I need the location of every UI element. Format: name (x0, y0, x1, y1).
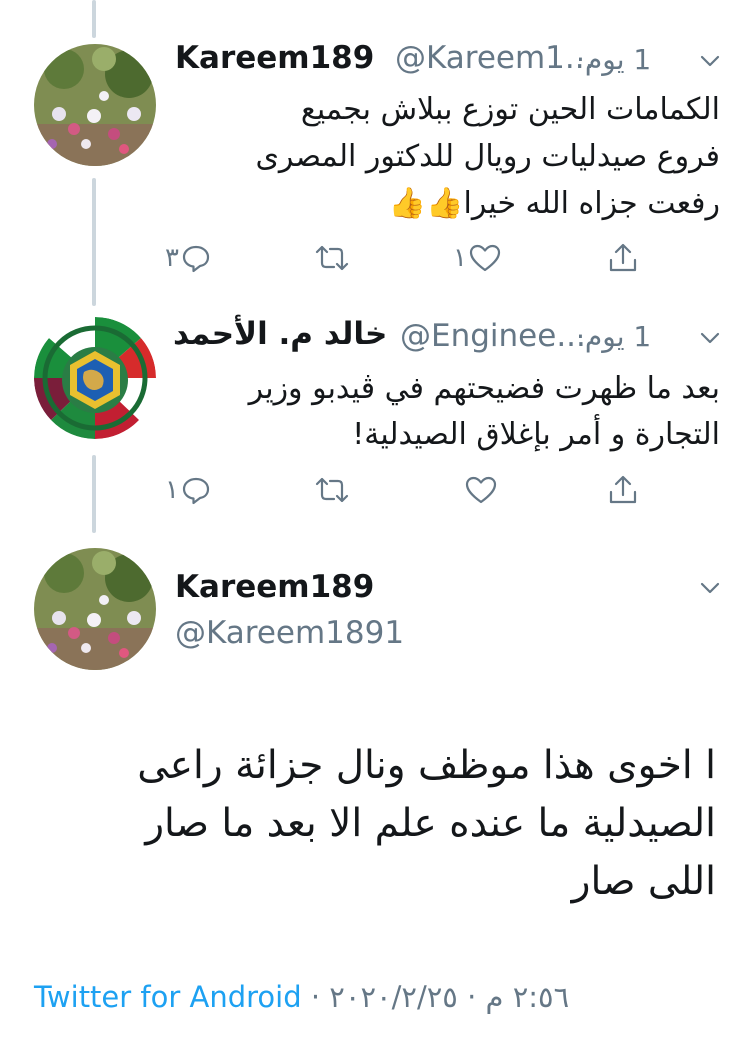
author-handle[interactable]: @Enginee... (400, 318, 586, 354)
source-link[interactable]: Twitter for Android (34, 980, 302, 1014)
share-button[interactable] (608, 238, 638, 278)
tweet-text: ا اخوى هذا موظف ونال جزائة راعى الصيدلية… (26, 737, 716, 911)
retweet-icon (315, 477, 349, 503)
retweet-button[interactable] (314, 470, 350, 510)
thread-line-top (92, 0, 96, 38)
share-icon (609, 475, 637, 504)
chevron-down-icon[interactable] (697, 325, 723, 351)
like-icon (465, 476, 497, 504)
author-handle[interactable]: @Kareem1... (395, 40, 594, 76)
tweet-text-line: ا اخوى هذا موظف ونال جزائة راعى (137, 743, 716, 788)
timestamp[interactable]: 1 يوم· (576, 43, 651, 76)
tweet-datetime: ٢:٥٦ م · ٢٠٢٠/٢/٢٥ (329, 980, 570, 1014)
tweet-footer: Twitter for Android · ٢:٥٦ م · ٢٠٢٠/٢/٢٥ (34, 980, 569, 1014)
timestamp[interactable]: 1 يوم· (576, 320, 651, 353)
separator-dot: · (576, 320, 585, 353)
reply-count: ٣ (165, 243, 179, 273)
thread-line-bottom (92, 455, 96, 533)
tweet-text: الكمامات الحين توزع ببلاش بجميع فروع صيد… (160, 86, 720, 227)
thread-line-middle (92, 178, 96, 306)
like-icon (469, 244, 501, 272)
reply-button[interactable]: ٣ (165, 238, 211, 278)
avatar[interactable] (34, 44, 156, 166)
reply-icon (182, 245, 210, 273)
chevron-down-icon[interactable] (697, 48, 723, 74)
share-icon (609, 243, 637, 272)
separator-dot: · (310, 980, 330, 1014)
like-button[interactable] (463, 470, 497, 510)
reply-icon (182, 477, 210, 505)
like-count: ١ (453, 243, 467, 273)
retweet-button[interactable] (314, 238, 350, 278)
like-button[interactable]: ١ (453, 238, 501, 278)
retweet-icon (315, 245, 349, 271)
tweet-text-line: الكمامات الحين توزع ببلاش بجميع (300, 92, 720, 127)
time-label: 1 يوم (584, 320, 652, 353)
author-name[interactable]: خالد م. الأحمد (173, 316, 387, 352)
tweet-text: بعد ما ظهرت فضيحتهم في ڤيدبو وزير التجار… (160, 366, 720, 458)
tweet-text-line: التجارة و أمر بإغلاق الصيدلية! (352, 417, 720, 452)
avatar[interactable] (34, 548, 156, 670)
tweet-text-line: رفعت جزاه الله خيرا👍👍 (388, 186, 720, 221)
reply-count: ١ (165, 475, 179, 505)
reply-button[interactable]: ١ (165, 470, 211, 510)
tweet-text-line: الصيدلية ما عنده علم الا بعد ما صار (145, 801, 716, 846)
time-label: 1 يوم (584, 43, 652, 76)
author-handle[interactable]: @Kareem1891 (175, 615, 404, 651)
author-name[interactable]: Kareem189 (175, 40, 374, 76)
separator-dot: · (576, 43, 585, 76)
share-button[interactable] (608, 470, 638, 510)
chevron-down-icon[interactable] (697, 575, 723, 601)
avatar[interactable] (34, 317, 156, 439)
author-name[interactable]: Kareem189 (175, 569, 374, 605)
tweet-text-line: فروع صيدليات رويال للدكتور المصرى (255, 139, 720, 174)
tweet-text-line: بعد ما ظهرت فضيحتهم في ڤيدبو وزير (248, 371, 720, 406)
tweet-text-line: اللى صار (571, 859, 716, 904)
